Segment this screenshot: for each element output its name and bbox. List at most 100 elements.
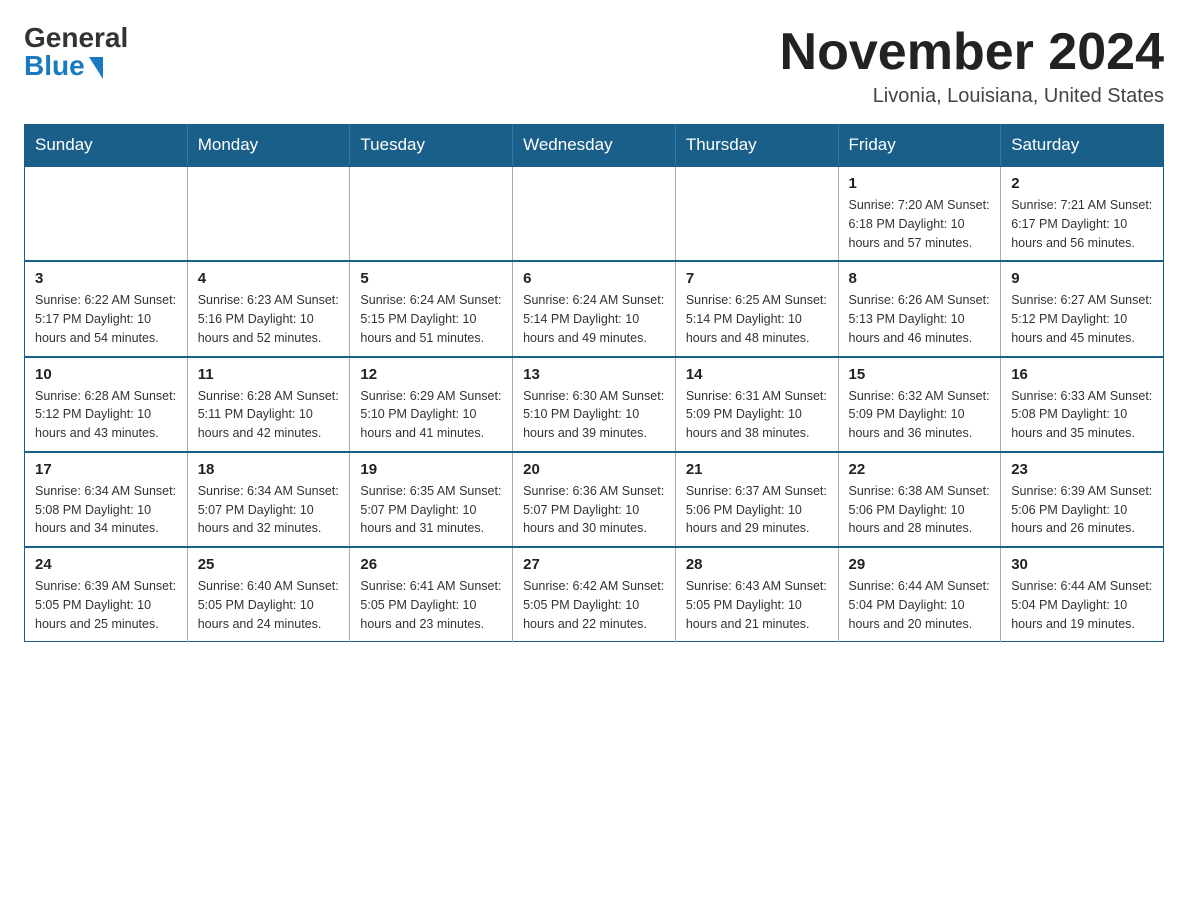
calendar-cell: 2 Sunrise: 7:21 AM Sunset: 6:17 PM Daylig… — [1001, 166, 1164, 261]
calendar-cell — [187, 166, 350, 261]
logo-triangle-icon — [89, 57, 103, 79]
day-info: Sunrise: 6:34 AM Sunset: 5:07 PM Dayligh… — [198, 482, 340, 538]
calendar-cell — [25, 166, 188, 261]
calendar-cell: 23Sunrise: 6:39 AM Sunset: 5:06 PM Dayli… — [1001, 452, 1164, 547]
calendar-cell: 27Sunrise: 6:42 AM Sunset: 5:05 PM Dayli… — [513, 547, 676, 642]
day-number: 29 — [849, 556, 991, 573]
weekday-header-wednesday: Wednesday — [513, 125, 676, 167]
day-info: Sunrise: 7:21 AM Sunset: 6:17 PM Dayligh… — [1011, 196, 1153, 252]
day-info: Sunrise: 6:27 AM Sunset: 5:12 PM Dayligh… — [1011, 291, 1153, 347]
calendar-week-row: 1Sunrise: 7:20 AM Sunset: 6:18 PM Daylig… — [25, 166, 1164, 261]
calendar-cell: 13 Sunrise: 6:30 AM Sunset: 5:10 PM Dayli… — [513, 357, 676, 452]
calendar-cell: 29Sunrise: 6:44 AM Sunset: 5:04 PM Dayli… — [838, 547, 1001, 642]
day-info: Sunrise: 6:23 AM Sunset: 5:16 PM Dayligh… — [198, 291, 340, 347]
calendar-cell: 8Sunrise: 6:26 AM Sunset: 5:13 PM Daylig… — [838, 261, 1001, 356]
day-info: Sunrise: 6:35 AM Sunset: 5:07 PM Dayligh… — [360, 482, 502, 538]
day-number: 12 — [360, 366, 502, 383]
day-number: 20 — [523, 461, 665, 478]
calendar-cell: 9 Sunrise: 6:27 AM Sunset: 5:12 PM Daylig… — [1001, 261, 1164, 356]
day-number: 2 — [1011, 175, 1153, 192]
calendar-cell: 12 Sunrise: 6:29 AM Sunset: 5:10 PM Dayli… — [350, 357, 513, 452]
calendar-cell: 10 Sunrise: 6:28 AM Sunset: 5:12 PM Dayli… — [25, 357, 188, 452]
calendar-cell: 19 Sunrise: 6:35 AM Sunset: 5:07 PM Dayli… — [350, 452, 513, 547]
day-number: 18 — [198, 461, 340, 478]
day-number: 7 — [686, 270, 828, 287]
calendar-week-row: 3Sunrise: 6:22 AM Sunset: 5:17 PM Daylig… — [25, 261, 1164, 356]
calendar-cell: 17 Sunrise: 6:34 AM Sunset: 5:08 PM Dayli… — [25, 452, 188, 547]
weekday-header-sunday: Sunday — [25, 125, 188, 167]
logo: General Blue — [24, 24, 128, 80]
calendar-cell: 22Sunrise: 6:38 AM Sunset: 5:06 PM Dayli… — [838, 452, 1001, 547]
day-number: 27 — [523, 556, 665, 573]
day-info: Sunrise: 6:43 AM Sunset: 5:05 PM Dayligh… — [686, 577, 828, 633]
day-info: Sunrise: 6:41 AM Sunset: 5:05 PM Dayligh… — [360, 577, 502, 633]
day-info: Sunrise: 6:30 AM Sunset: 5:10 PM Dayligh… — [523, 387, 665, 443]
day-number: 16 — [1011, 366, 1153, 383]
weekday-header-saturday: Saturday — [1001, 125, 1164, 167]
calendar-cell: 11 Sunrise: 6:28 AM Sunset: 5:11 PM Dayli… — [187, 357, 350, 452]
day-number: 26 — [360, 556, 502, 573]
month-title: November 2024 — [780, 24, 1164, 81]
day-info: Sunrise: 6:39 AM Sunset: 5:05 PM Dayligh… — [35, 577, 177, 633]
day-number: 6 — [523, 270, 665, 287]
logo-general-text: General — [24, 24, 128, 52]
calendar-cell: 18 Sunrise: 6:34 AM Sunset: 5:07 PM Dayli… — [187, 452, 350, 547]
calendar-cell: 1Sunrise: 7:20 AM Sunset: 6:18 PM Daylig… — [838, 166, 1001, 261]
calendar-cell: 14Sunrise: 6:31 AM Sunset: 5:09 PM Dayli… — [675, 357, 838, 452]
calendar-cell: 25Sunrise: 6:40 AM Sunset: 5:05 PM Dayli… — [187, 547, 350, 642]
day-info: Sunrise: 6:24 AM Sunset: 5:15 PM Dayligh… — [360, 291, 502, 347]
day-info: Sunrise: 7:20 AM Sunset: 6:18 PM Dayligh… — [849, 196, 991, 252]
day-info: Sunrise: 6:39 AM Sunset: 5:06 PM Dayligh… — [1011, 482, 1153, 538]
calendar-cell — [513, 166, 676, 261]
day-info: Sunrise: 6:22 AM Sunset: 5:17 PM Dayligh… — [35, 291, 177, 347]
calendar-cell: 30Sunrise: 6:44 AM Sunset: 5:04 PM Dayli… — [1001, 547, 1164, 642]
day-info: Sunrise: 6:31 AM Sunset: 5:09 PM Dayligh… — [686, 387, 828, 443]
day-info: Sunrise: 6:28 AM Sunset: 5:11 PM Dayligh… — [198, 387, 340, 443]
day-info: Sunrise: 6:29 AM Sunset: 5:10 PM Dayligh… — [360, 387, 502, 443]
day-number: 13 — [523, 366, 665, 383]
title-section: November 2024 Livonia, Louisiana, United… — [780, 24, 1164, 108]
day-number: 24 — [35, 556, 177, 573]
calendar-cell: 15Sunrise: 6:32 AM Sunset: 5:09 PM Dayli… — [838, 357, 1001, 452]
calendar-table: SundayMondayTuesdayWednesdayThursdayFrid… — [24, 124, 1164, 642]
day-number: 30 — [1011, 556, 1153, 573]
calendar-cell: 28 Sunrise: 6:43 AM Sunset: 5:05 PM Dayli… — [675, 547, 838, 642]
calendar-cell: 16 Sunrise: 6:33 AM Sunset: 5:08 PM Dayli… — [1001, 357, 1164, 452]
calendar-cell: 5Sunrise: 6:24 AM Sunset: 5:15 PM Daylig… — [350, 261, 513, 356]
calendar-cell: 4 Sunrise: 6:23 AM Sunset: 5:16 PM Daylig… — [187, 261, 350, 356]
day-number: 11 — [198, 366, 340, 383]
day-info: Sunrise: 6:40 AM Sunset: 5:05 PM Dayligh… — [198, 577, 340, 633]
logo-blue-text: Blue — [24, 52, 103, 80]
calendar-cell: 6 Sunrise: 6:24 AM Sunset: 5:14 PM Daylig… — [513, 261, 676, 356]
weekday-header-thursday: Thursday — [675, 125, 838, 167]
day-number: 19 — [360, 461, 502, 478]
calendar-cell: 7Sunrise: 6:25 AM Sunset: 5:14 PM Daylig… — [675, 261, 838, 356]
day-number: 10 — [35, 366, 177, 383]
calendar-body: 1Sunrise: 7:20 AM Sunset: 6:18 PM Daylig… — [25, 166, 1164, 642]
day-info: Sunrise: 6:26 AM Sunset: 5:13 PM Dayligh… — [849, 291, 991, 347]
location-label: Livonia, Louisiana, United States — [780, 85, 1164, 108]
day-info: Sunrise: 6:36 AM Sunset: 5:07 PM Dayligh… — [523, 482, 665, 538]
weekday-header-friday: Friday — [838, 125, 1001, 167]
day-info: Sunrise: 6:38 AM Sunset: 5:06 PM Dayligh… — [849, 482, 991, 538]
calendar-week-row: 24 Sunrise: 6:39 AM Sunset: 5:05 PM Dayli… — [25, 547, 1164, 642]
calendar-cell: 24 Sunrise: 6:39 AM Sunset: 5:05 PM Dayli… — [25, 547, 188, 642]
weekday-header-row: SundayMondayTuesdayWednesdayThursdayFrid… — [25, 125, 1164, 167]
day-info: Sunrise: 6:37 AM Sunset: 5:06 PM Dayligh… — [686, 482, 828, 538]
day-number: 4 — [198, 270, 340, 287]
day-info: Sunrise: 6:24 AM Sunset: 5:14 PM Dayligh… — [523, 291, 665, 347]
day-number: 28 — [686, 556, 828, 573]
day-info: Sunrise: 6:33 AM Sunset: 5:08 PM Dayligh… — [1011, 387, 1153, 443]
weekday-header-monday: Monday — [187, 125, 350, 167]
day-number: 15 — [849, 366, 991, 383]
day-info: Sunrise: 6:34 AM Sunset: 5:08 PM Dayligh… — [35, 482, 177, 538]
day-info: Sunrise: 6:28 AM Sunset: 5:12 PM Dayligh… — [35, 387, 177, 443]
calendar-header: SundayMondayTuesdayWednesdayThursdayFrid… — [25, 125, 1164, 167]
day-number: 9 — [1011, 270, 1153, 287]
calendar-cell — [675, 166, 838, 261]
day-number: 17 — [35, 461, 177, 478]
calendar-cell: 21 Sunrise: 6:37 AM Sunset: 5:06 PM Dayli… — [675, 452, 838, 547]
weekday-header-tuesday: Tuesday — [350, 125, 513, 167]
calendar-week-row: 17 Sunrise: 6:34 AM Sunset: 5:08 PM Dayli… — [25, 452, 1164, 547]
day-number: 21 — [686, 461, 828, 478]
